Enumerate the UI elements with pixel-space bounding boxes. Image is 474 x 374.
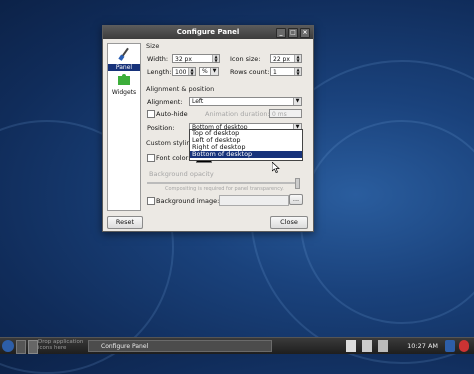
alignment-group-title: Alignment & position	[146, 85, 215, 93]
length-value: 100	[175, 69, 187, 76]
battery-icon[interactable]	[378, 340, 388, 352]
position-option-selected[interactable]: Bottom of desktop	[190, 151, 302, 158]
font-color-checkbox[interactable]	[147, 154, 155, 162]
spin-arrows-icon[interactable]: ▲ ▼	[212, 55, 219, 62]
desktop-switcher-icon[interactable]	[16, 340, 26, 354]
alignment-label: Alignment:	[147, 98, 183, 106]
width-value: 32 px	[175, 56, 192, 63]
length-unit-value: %	[202, 68, 208, 75]
maximize-icon[interactable]: □	[288, 28, 298, 38]
rows-value: 1	[273, 69, 277, 76]
taskbar-window-label: Configure Panel	[101, 343, 149, 350]
position-label: Position:	[147, 124, 175, 132]
screwdriver-icon	[118, 47, 129, 61]
chevron-down-icon[interactable]: ▼	[210, 68, 218, 75]
length-spinbox[interactable]: 100 ▲ ▼	[172, 67, 196, 76]
volume-icon[interactable]	[362, 340, 372, 352]
window-controls: _ □ ×	[276, 28, 310, 38]
length-label: Length:	[147, 68, 172, 76]
width-spinbox[interactable]: 32 px ▲ ▼	[172, 54, 220, 63]
close-icon[interactable]: ×	[300, 28, 310, 38]
icon-size-value: 22 px	[273, 56, 290, 63]
bg-opacity-label: Background opacity	[149, 170, 214, 178]
width-label: Width:	[147, 55, 169, 63]
autohide-label: Auto-hide	[156, 110, 188, 118]
icon-size-spinbox[interactable]: 22 px ▲ ▼	[270, 54, 302, 63]
drop-text-line2: icons here	[38, 345, 67, 351]
spin-arrows-icon[interactable]: ▲ ▼	[188, 68, 195, 75]
network-icon[interactable]	[346, 340, 356, 352]
chevron-down-icon[interactable]: ▼	[293, 98, 301, 105]
puzzle-icon	[118, 74, 130, 85]
rows-label: Rows count:	[230, 68, 270, 76]
size-group-title: Size	[146, 42, 160, 50]
spin-arrows-icon[interactable]: ▲ ▼	[294, 55, 301, 62]
mouse-cursor-icon	[272, 162, 280, 173]
alignment-value: Left	[192, 98, 204, 105]
animation-duration-label: Animation duration:	[205, 110, 270, 118]
sidebar-item-label: Panel	[108, 64, 140, 71]
show-desktop-icon[interactable]	[28, 340, 38, 354]
sidebar-item-widgets[interactable]: Widgets	[108, 71, 140, 96]
browse-button[interactable]: ...	[289, 194, 303, 205]
rows-spinbox[interactable]: 1 ▲ ▼	[270, 67, 302, 76]
styling-group-title: Custom styling	[146, 139, 195, 147]
bg-opacity-slider-handle[interactable]	[295, 178, 300, 189]
power-icon[interactable]	[459, 340, 469, 352]
alignment-select[interactable]: Left ▼	[189, 97, 302, 106]
dialog-titlebar[interactable]: Configure Panel _ □ ×	[103, 26, 313, 39]
quicklaunch-drop-area: Drop application icons here	[38, 339, 83, 351]
autohide-checkbox[interactable]	[147, 110, 155, 118]
bg-image-checkbox[interactable]	[147, 197, 155, 205]
compositing-note: Compositing is required for panel transp…	[165, 186, 284, 192]
taskbar-window-button[interactable]: Configure Panel	[88, 340, 272, 352]
position-dropdown-list: Top of desktop Left of desktop Right of …	[189, 129, 303, 161]
reset-button[interactable]: Reset	[107, 216, 143, 229]
clock: 10:27 AM	[407, 342, 438, 350]
config-sidebar: Panel Widgets	[107, 43, 141, 211]
sidebar-item-label: Widgets	[111, 89, 137, 96]
minimize-icon[interactable]: _	[276, 28, 286, 38]
lock-icon[interactable]	[445, 340, 455, 352]
close-button[interactable]: Close	[270, 216, 308, 229]
bg-image-path-field	[219, 195, 289, 206]
bg-image-label: Background image:	[156, 197, 220, 205]
icon-size-label: Icon size:	[230, 55, 261, 63]
taskbar: Drop application icons here Configure Pa…	[0, 337, 474, 354]
length-unit-select[interactable]: % ▼	[199, 67, 219, 76]
spin-arrows-icon[interactable]: ▲ ▼	[294, 68, 301, 75]
start-menu-icon[interactable]	[2, 340, 14, 352]
sidebar-item-panel[interactable]: Panel	[108, 46, 140, 71]
animation-duration-value: 0 ms	[272, 111, 287, 118]
animation-duration-spinbox: 0 ms	[269, 109, 302, 118]
font-color-label: Font color:	[156, 154, 191, 162]
clipboard-icon[interactable]	[395, 340, 407, 352]
bg-opacity-slider-track	[147, 182, 297, 184]
dialog-title: Configure Panel	[176, 28, 240, 36]
